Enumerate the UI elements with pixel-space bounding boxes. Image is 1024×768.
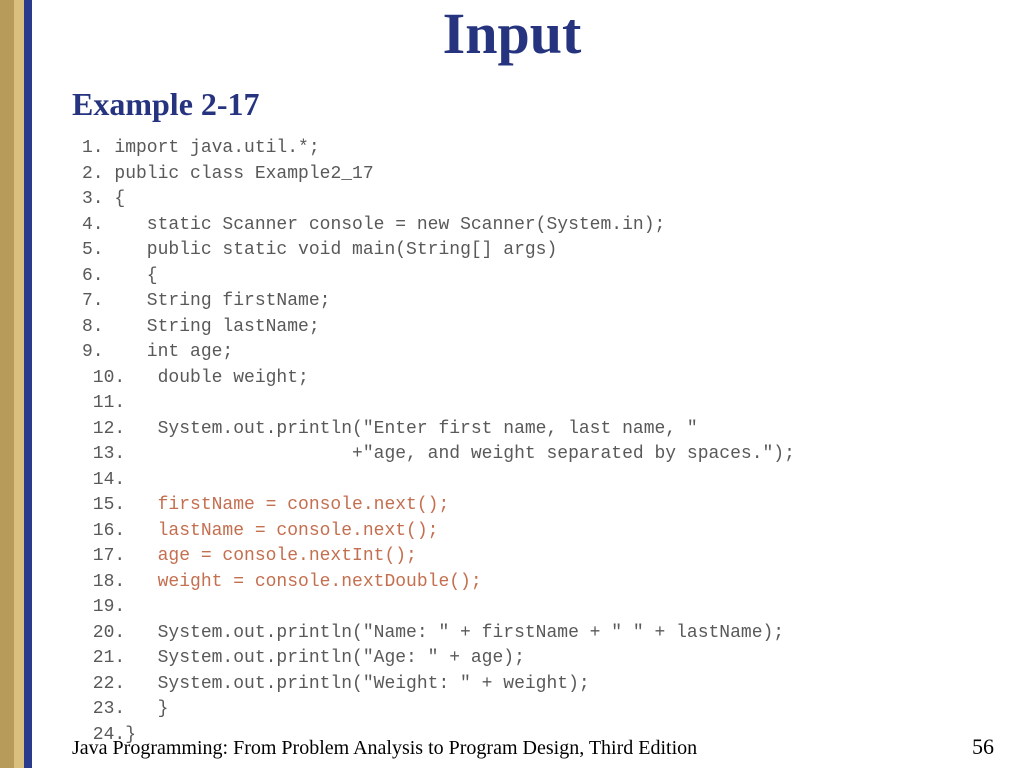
code-line: System.out.println("Weight: " + weight); xyxy=(125,674,589,694)
page-subtitle: Example 2-17 xyxy=(72,86,260,123)
code-line: System.out.println("Age: " + age); xyxy=(125,648,525,668)
code-line: System.out.println("Enter first name, la… xyxy=(125,419,698,439)
code-line: } xyxy=(125,699,168,719)
line-number: 4 xyxy=(82,213,93,239)
code-line: public static void main(String[] args) xyxy=(114,240,557,260)
line-number: 20 xyxy=(82,621,114,647)
line-number: 11 xyxy=(82,391,114,417)
line-number: 3 xyxy=(82,187,93,213)
line-number: 18 xyxy=(82,570,114,596)
line-number: 15 xyxy=(82,493,114,519)
code-line: double weight; xyxy=(125,368,309,388)
side-stripe-inner xyxy=(24,0,32,768)
line-number: 16 xyxy=(82,519,114,545)
line-number: 2 xyxy=(82,162,93,188)
code-line: age = console.nextInt(); xyxy=(125,546,417,566)
line-number: 6 xyxy=(82,264,93,290)
line-number: 13 xyxy=(82,442,114,468)
code-line: { xyxy=(114,189,125,209)
line-number: 10 xyxy=(82,366,114,392)
line-number: 9 xyxy=(82,340,93,366)
code-block: 1. import java.util.*; 2. public class E… xyxy=(82,136,795,748)
page-number: 56 xyxy=(972,734,994,760)
code-line: firstName = console.next(); xyxy=(125,495,449,515)
line-number: 5 xyxy=(82,238,93,264)
line-number: 7 xyxy=(82,289,93,315)
page-title: Input xyxy=(0,0,1024,67)
line-number: 1 xyxy=(82,136,93,162)
line-number: 23 xyxy=(82,697,114,723)
code-line: public class Example2_17 xyxy=(114,164,373,184)
line-number: 21 xyxy=(82,646,114,672)
code-line: String lastName; xyxy=(114,317,319,337)
line-number: 22 xyxy=(82,672,114,698)
line-number: 8 xyxy=(82,315,93,341)
code-line: static Scanner console = new Scanner(Sys… xyxy=(114,215,665,235)
code-line: +"age, and weight separated by spaces.")… xyxy=(125,444,795,464)
line-number: 17 xyxy=(82,544,114,570)
code-line: String firstName; xyxy=(114,291,330,311)
footer-text: Java Programming: From Problem Analysis … xyxy=(72,737,697,760)
line-number: 12 xyxy=(82,417,114,443)
line-number: 14 xyxy=(82,468,114,494)
side-stripe-outer xyxy=(0,0,14,768)
code-line: { xyxy=(114,266,157,286)
code-line: System.out.println("Name: " + firstName … xyxy=(125,623,784,643)
code-line: weight = console.nextDouble(); xyxy=(125,572,481,592)
line-number: 19 xyxy=(82,595,114,621)
code-line: import java.util.*; xyxy=(114,138,319,158)
side-stripe-mid xyxy=(14,0,24,768)
code-line: int age; xyxy=(114,342,233,362)
code-line: lastName = console.next(); xyxy=(125,521,438,541)
slide: Input Example 2-17 1. import java.util.*… xyxy=(0,0,1024,768)
